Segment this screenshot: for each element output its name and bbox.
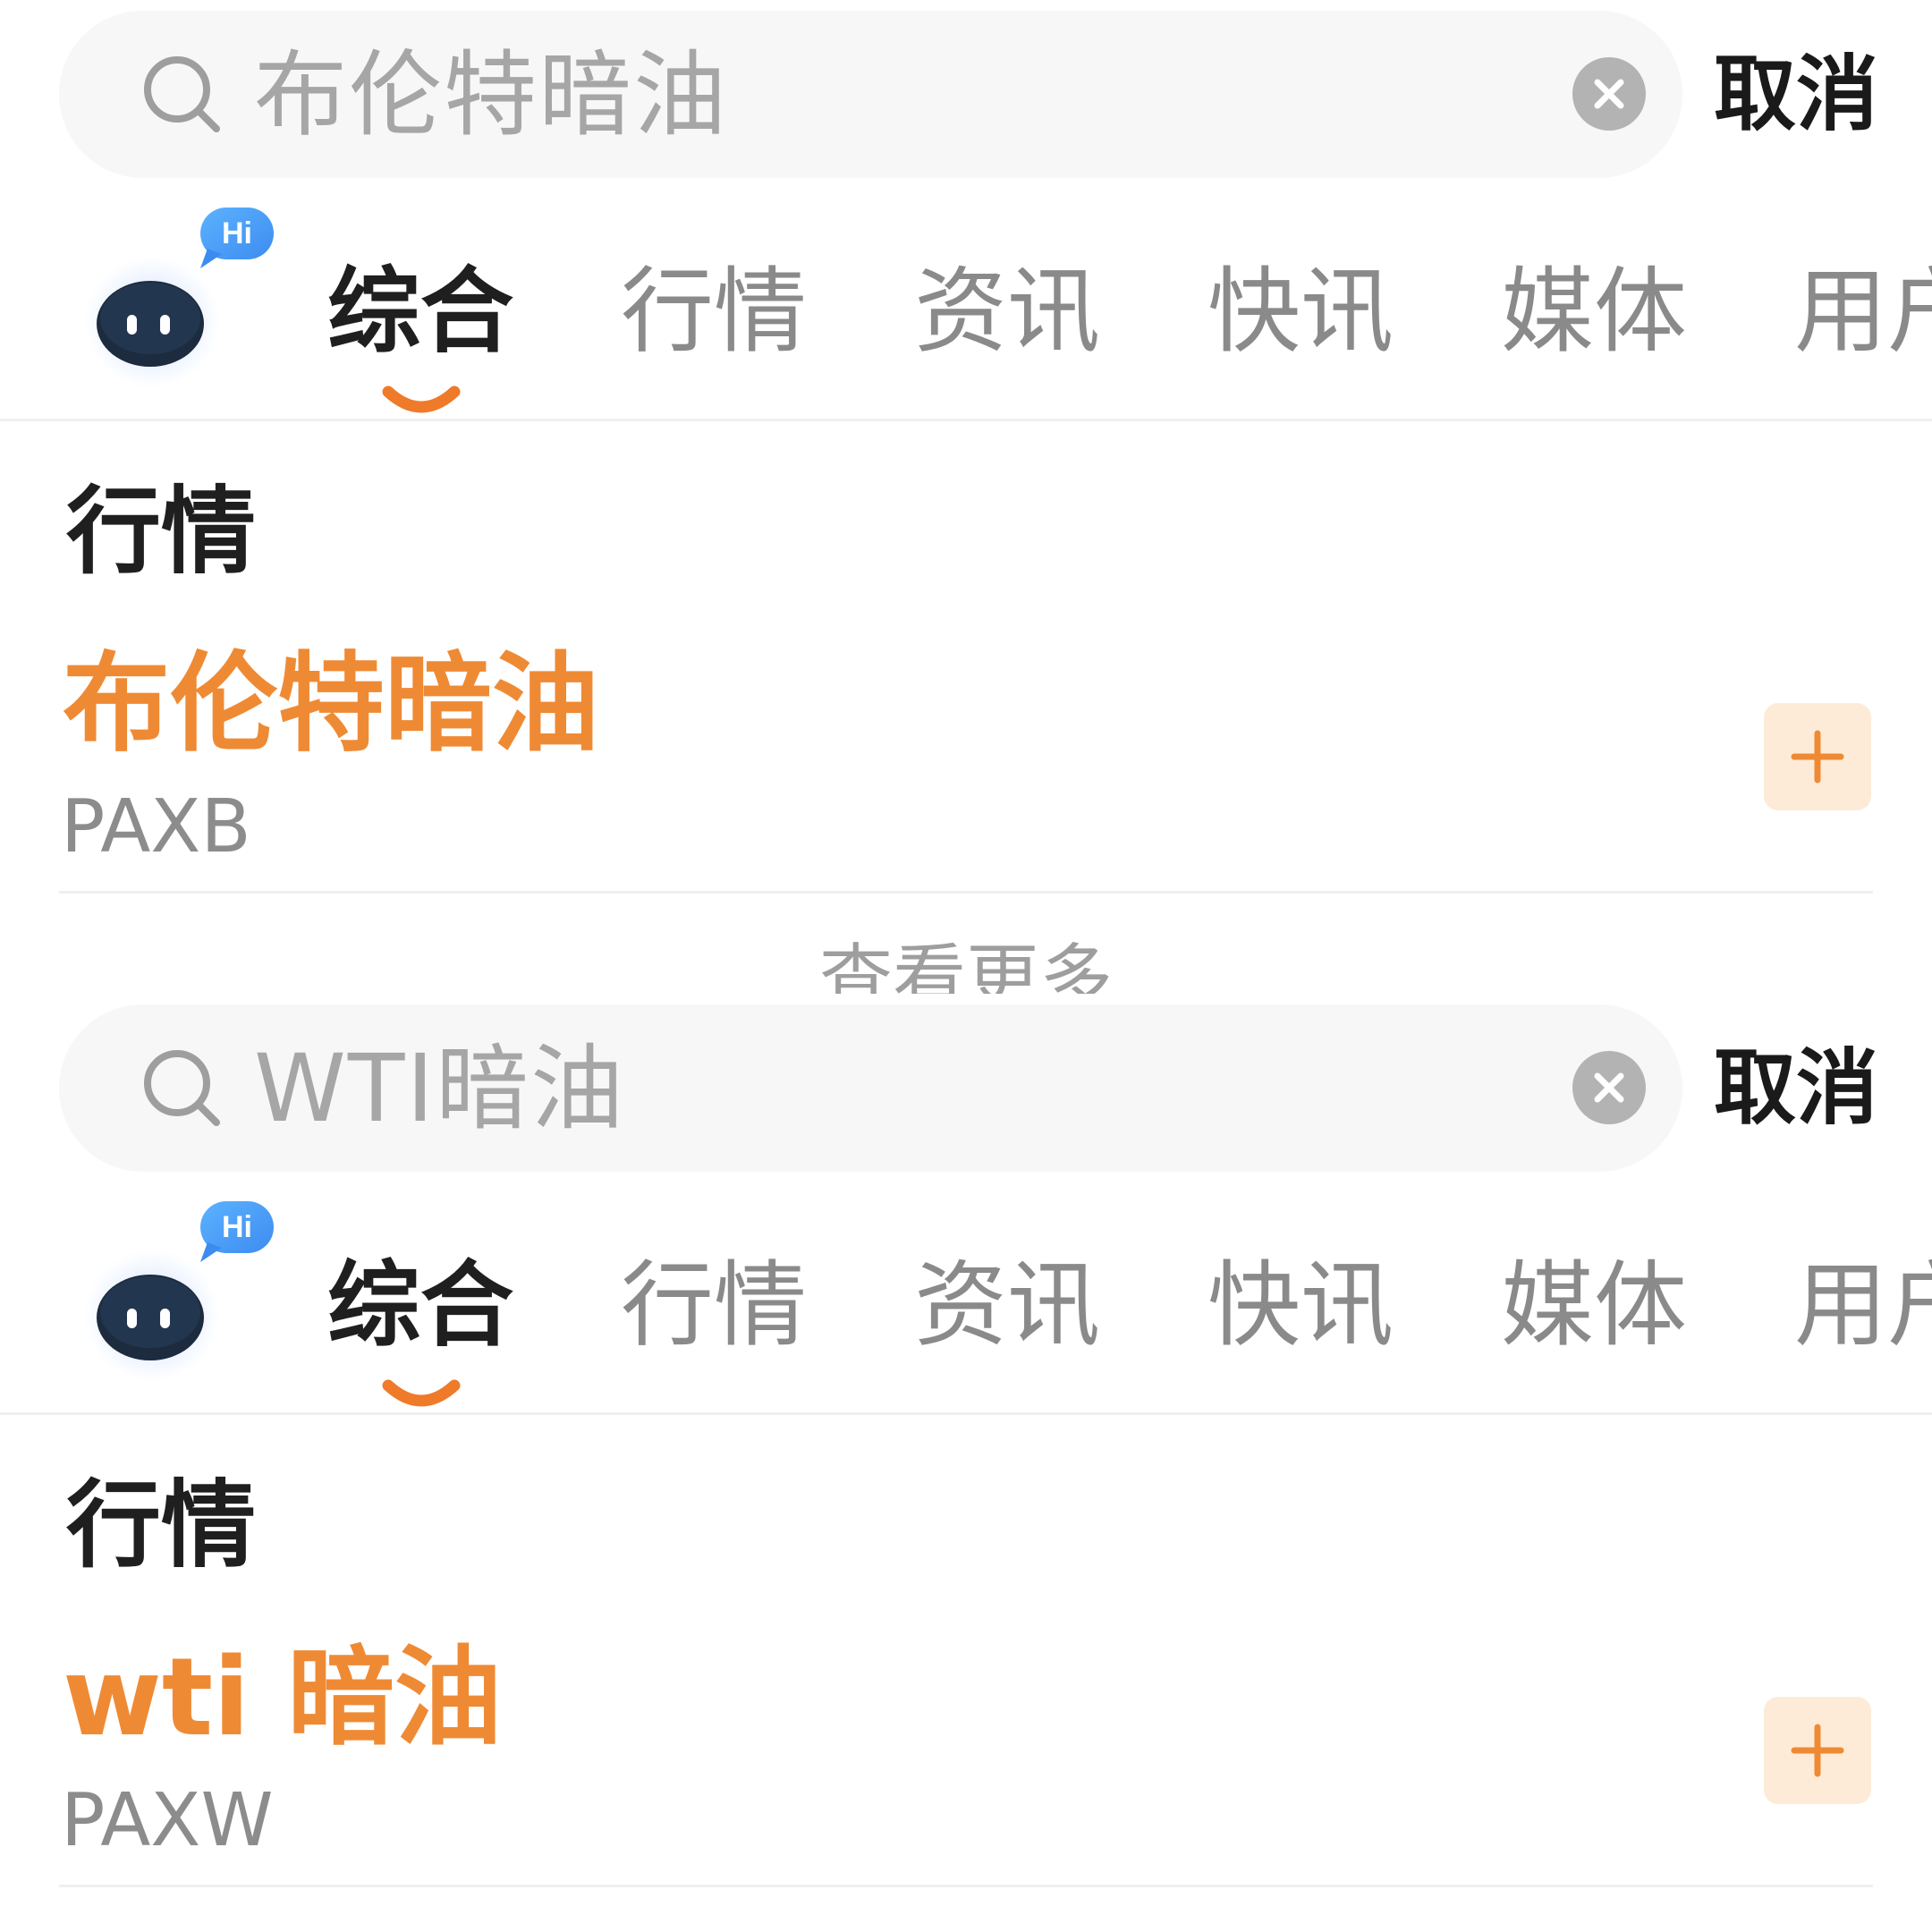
tab-market[interactable]: 行情 bbox=[621, 258, 807, 365]
add-watchlist-button[interactable] bbox=[1764, 1697, 1871, 1804]
tab-comprehensive[interactable]: 综合 bbox=[327, 258, 513, 365]
result-name[interactable]: wti 暗油 bbox=[63, 1636, 502, 1761]
robot-assistant-icon[interactable]: Hi bbox=[82, 202, 288, 408]
tab-news[interactable]: 资讯 bbox=[914, 1251, 1100, 1359]
tab-active-indicator bbox=[382, 386, 461, 413]
tab-divider bbox=[0, 419, 1932, 421]
tab-flash[interactable]: 快讯 bbox=[1208, 258, 1394, 365]
search-input[interactable]: WTI暗油 bbox=[59, 1004, 1682, 1172]
plus-icon bbox=[1791, 730, 1844, 784]
clear-icon[interactable] bbox=[1572, 57, 1646, 131]
search-screen-brent: 布伦特暗油 取消 Hi 综合 行情 资讯 快讯 媒体 用户 bbox=[0, 0, 1932, 994]
assistant-badge: Hi bbox=[222, 1210, 252, 1244]
search-icon bbox=[144, 1050, 220, 1126]
search-input[interactable]: 布伦特暗油 bbox=[59, 11, 1682, 178]
tab-media[interactable]: 媒体 bbox=[1501, 1251, 1687, 1359]
tab-active-indicator bbox=[382, 1379, 461, 1407]
tab-flash[interactable]: 快讯 bbox=[1208, 1251, 1394, 1359]
tab-market[interactable]: 行情 bbox=[621, 1251, 807, 1359]
view-more-link[interactable]: 查看更多 bbox=[0, 930, 1932, 994]
tab-users[interactable]: 用户 bbox=[1794, 1251, 1932, 1359]
result-code: PAXB bbox=[61, 784, 251, 869]
cancel-button[interactable]: 取消 bbox=[1714, 41, 1878, 148]
search-query[interactable]: WTI暗油 bbox=[254, 1035, 625, 1142]
view-more-link[interactable]: 查看更多 bbox=[0, 1924, 1932, 1932]
row-divider bbox=[59, 891, 1873, 894]
result-name[interactable]: 布伦特暗油 bbox=[63, 642, 599, 767]
assistant-badge: Hi bbox=[222, 216, 252, 250]
tab-media[interactable]: 媒体 bbox=[1501, 258, 1687, 365]
tab-users[interactable]: 用户 bbox=[1794, 258, 1932, 365]
add-watchlist-button[interactable] bbox=[1764, 703, 1871, 810]
section-title-market: 行情 bbox=[66, 1470, 256, 1580]
section-title-market: 行情 bbox=[66, 477, 256, 587]
result-code: PAXW bbox=[61, 1778, 274, 1863]
search-query[interactable]: 布伦特暗油 bbox=[254, 41, 728, 148]
tab-news[interactable]: 资讯 bbox=[914, 258, 1100, 365]
tab-divider bbox=[0, 1412, 1932, 1415]
tab-comprehensive[interactable]: 综合 bbox=[327, 1251, 513, 1359]
search-icon bbox=[144, 56, 220, 132]
plus-icon bbox=[1791, 1724, 1844, 1777]
clear-icon[interactable] bbox=[1572, 1051, 1646, 1124]
search-screen-wti: WTI暗油 取消 Hi 综合 行情 资讯 快讯 媒体 用户 bbox=[0, 994, 1932, 1932]
row-divider bbox=[59, 1885, 1873, 1887]
robot-assistant-icon[interactable]: Hi bbox=[82, 1196, 288, 1402]
cancel-button[interactable]: 取消 bbox=[1714, 1035, 1878, 1142]
